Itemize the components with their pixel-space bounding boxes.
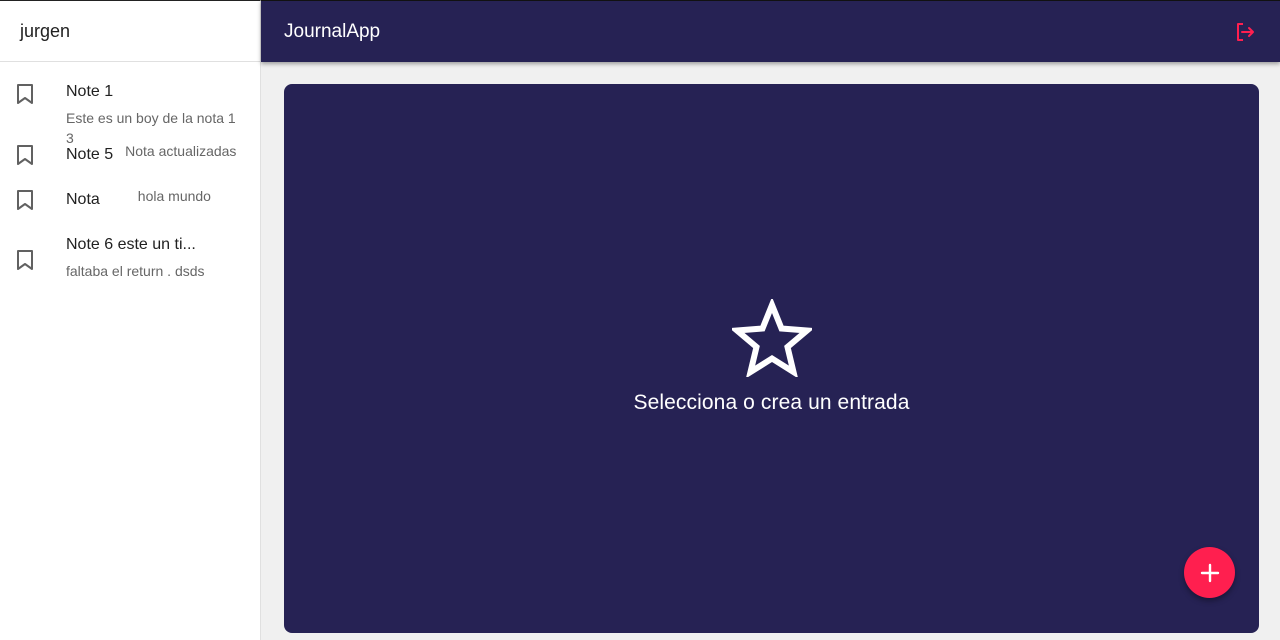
- app-bar: JournalApp: [261, 0, 1280, 62]
- empty-state-message: Selecciona o crea un entrada: [633, 391, 910, 414]
- logout-icon: [1235, 22, 1255, 42]
- note-list-item[interactable]: Note 6 este un ti... faltaba el return .…: [0, 226, 260, 290]
- app-title: JournalApp: [284, 20, 381, 42]
- sidebar: jurgen Note 1 Este es un boy de la nota …: [0, 0, 261, 640]
- bookmark-icon: [16, 134, 66, 176]
- note-list-item[interactable]: Nota hola mundo: [0, 180, 260, 226]
- note-body: Nota actualizadas: [125, 143, 237, 159]
- main-panel: Selecciona o crea un entrada: [284, 84, 1259, 633]
- note-text: Note 5 Nota actualizadas: [66, 134, 244, 167]
- note-text: Note 6 este un ti... faltaba el return .…: [66, 226, 244, 281]
- note-body: hola mundo: [137, 188, 211, 204]
- empty-state: Selecciona o crea un entrada: [284, 299, 1259, 415]
- note-title: Note 1: [66, 83, 114, 100]
- note-list: Note 1 Este es un boy de la nota 1 3 Not…: [0, 62, 260, 290]
- note-title: Note 6 este un ti...: [66, 236, 196, 253]
- note-list-item[interactable]: Note 5 Nota actualizadas: [0, 134, 260, 180]
- add-note-button[interactable]: [1184, 547, 1235, 598]
- bookmark-icon: [16, 70, 66, 118]
- note-body: faltaba el return . dsds: [66, 263, 205, 279]
- note-text: Nota hola mundo: [66, 180, 244, 212]
- star-outline-icon: [731, 299, 812, 377]
- logout-button[interactable]: [1233, 20, 1257, 44]
- bookmark-icon: [16, 226, 66, 294]
- note-list-item[interactable]: Note 1 Este es un boy de la nota 1 3: [0, 70, 260, 146]
- sidebar-username: jurgen: [0, 1, 260, 62]
- plus-icon: [1200, 563, 1220, 583]
- note-title: Nota: [66, 191, 100, 208]
- note-title: Note 5: [66, 146, 114, 163]
- bookmark-icon: [16, 180, 66, 220]
